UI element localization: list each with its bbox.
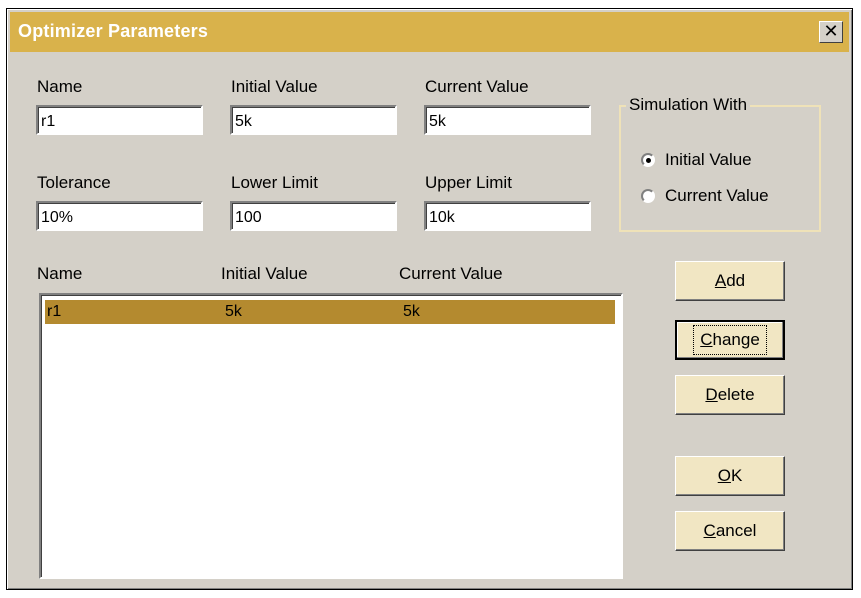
list-header-current-value: Current Value bbox=[399, 264, 503, 283]
name-field[interactable]: r1 bbox=[36, 105, 203, 135]
list-item[interactable]: r1 5k 5k bbox=[45, 300, 615, 324]
close-icon: ✕ bbox=[823, 21, 839, 42]
cancel-label: ancel bbox=[715, 521, 757, 540]
tolerance-label: Tolerance bbox=[37, 173, 111, 192]
change-button[interactable]: Change bbox=[675, 320, 785, 360]
add-mnemonic: A bbox=[714, 271, 727, 290]
cancel-mnemonic: C bbox=[703, 521, 716, 540]
ok-button[interactable]: OK bbox=[675, 456, 785, 496]
list-item-initial-value: 5k bbox=[225, 303, 242, 320]
current-value-field[interactable]: 5k bbox=[424, 105, 591, 135]
list-item-name: r1 bbox=[47, 303, 62, 320]
lower-limit-label: Lower Limit bbox=[231, 173, 318, 192]
change-mnemonic: C bbox=[700, 330, 713, 349]
optimizer-parameters-dialog: Optimizer Parameters ✕ Name r1 Initial V… bbox=[6, 8, 853, 590]
close-button[interactable]: ✕ bbox=[819, 21, 843, 43]
parameter-list[interactable]: r1 5k 5k bbox=[39, 293, 623, 579]
cancel-button[interactable]: Cancel bbox=[675, 511, 785, 551]
simulation-with-group: Simulation With Initial Value Current Va… bbox=[619, 95, 821, 232]
radio-initial-value[interactable]: Initial Value bbox=[641, 150, 752, 170]
delete-mnemonic: D bbox=[705, 385, 718, 404]
ok-label: K bbox=[730, 466, 743, 485]
initial-value-field[interactable]: 5k bbox=[230, 105, 397, 135]
add-button[interactable]: Add bbox=[675, 261, 785, 301]
list-item-current-value: 5k bbox=[403, 303, 420, 320]
delete-label: elete bbox=[717, 385, 755, 404]
initial-value-label: Initial Value bbox=[231, 77, 318, 96]
list-header-name: Name bbox=[37, 264, 83, 283]
list-header-initial-value: Initial Value bbox=[221, 264, 308, 283]
name-label: Name bbox=[37, 77, 83, 96]
radio-current-value-label: Current Value bbox=[665, 186, 769, 205]
upper-limit-field[interactable]: 10k bbox=[424, 201, 591, 231]
current-value-label: Current Value bbox=[425, 77, 529, 96]
dialog-title: Optimizer Parameters bbox=[18, 21, 209, 41]
delete-button[interactable]: Delete bbox=[675, 375, 785, 415]
radio-unselected-icon[interactable] bbox=[641, 189, 655, 203]
radio-current-value[interactable]: Current Value bbox=[641, 186, 769, 206]
upper-limit-label: Upper Limit bbox=[425, 173, 512, 192]
change-label: hange bbox=[712, 330, 760, 349]
title-bar[interactable]: Optimizer Parameters ✕ bbox=[10, 12, 849, 52]
ok-mnemonic: O bbox=[717, 466, 731, 485]
add-label: dd bbox=[726, 271, 746, 290]
lower-limit-field[interactable]: 100 bbox=[230, 201, 397, 231]
radio-initial-value-label: Initial Value bbox=[665, 150, 752, 169]
tolerance-field[interactable]: 10% bbox=[36, 201, 203, 231]
simulation-with-title: Simulation With bbox=[626, 95, 751, 115]
radio-selected-icon[interactable] bbox=[641, 153, 655, 167]
